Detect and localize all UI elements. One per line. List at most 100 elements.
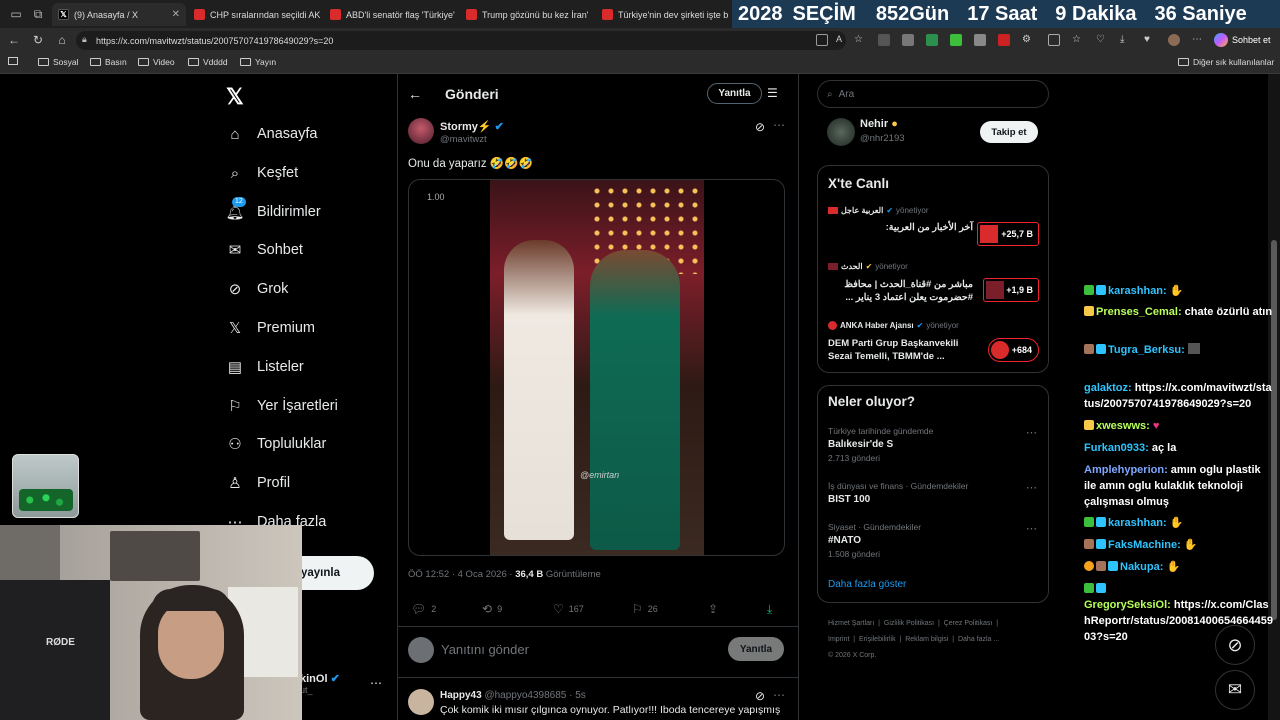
tab-news-4[interactable]: Türkiye'nin dev şirketi işte b ✕ bbox=[596, 3, 730, 26]
reply-author-avatar[interactable] bbox=[408, 689, 434, 715]
reply-more-icon[interactable]: ⋯ bbox=[773, 688, 785, 702]
tab-news-1[interactable]: CHP sıralarından seçildi AK ✕ bbox=[188, 3, 320, 26]
collections-icon[interactable]: ♡ bbox=[1096, 34, 1108, 46]
footer-link[interactable]: Reklam bilgisi bbox=[905, 636, 948, 643]
settings-sliders-icon[interactable]: ☰ bbox=[767, 86, 778, 100]
close-icon[interactable]: ✕ bbox=[588, 9, 594, 20]
grok-float-button[interactable]: ⊘ bbox=[1215, 625, 1255, 665]
app-icon[interactable] bbox=[816, 34, 828, 46]
trend-item[interactable]: Türkiye tarihinde gündemde Balıkesir'de … bbox=[828, 426, 1038, 463]
search-input[interactable]: ⌕ Ara bbox=[817, 80, 1049, 108]
close-icon[interactable]: ✕ bbox=[168, 9, 180, 20]
bookmark-folder-vdddd[interactable]: Vdddd bbox=[188, 57, 228, 67]
workspaces-icon[interactable]: ⧉ bbox=[30, 6, 46, 22]
live-item-title[interactable]: مباشر من #قناة_الحدث | محافظ #حضرموت يعل… bbox=[828, 278, 973, 304]
close-icon[interactable]: ✕ bbox=[455, 9, 458, 20]
bookmark-action[interactable]: ⚐ 26 bbox=[632, 602, 658, 616]
extension-icon[interactable] bbox=[998, 34, 1010, 46]
split-screen-icon[interactable] bbox=[1048, 34, 1060, 46]
favorites-icon[interactable]: ☆ bbox=[1072, 34, 1084, 46]
live-item-title[interactable]: آخر الأخبار من العربية: bbox=[828, 222, 973, 233]
reply-author-name[interactable]: Happy43 bbox=[440, 690, 482, 701]
downloads-icon[interactable]: ⤓ bbox=[1120, 34, 1132, 46]
share-action[interactable]: ⇪ bbox=[708, 602, 718, 616]
browser-essentials-icon[interactable]: ♥ bbox=[1144, 34, 1156, 46]
back-arrow-icon[interactable]: ← bbox=[408, 86, 422, 102]
x-logo-icon[interactable]: 𝕏 bbox=[226, 84, 244, 110]
account-switcher[interactable]: kinOl ✔ ut_ bbox=[300, 672, 340, 695]
messages-float-button[interactable]: ✉ bbox=[1215, 670, 1255, 710]
trend-more-icon[interactable]: ⋯ bbox=[1026, 481, 1038, 494]
bookmark-folder-yayin[interactable]: Yayın bbox=[240, 57, 276, 67]
live-listener-count[interactable]: +25,7 B bbox=[977, 222, 1039, 246]
extension-icon[interactable] bbox=[926, 34, 938, 46]
sidebar-item-notifications[interactable]: 🔔︎ 12 Bildirimler bbox=[225, 197, 321, 224]
grok-icon[interactable]: ⊘ bbox=[755, 689, 765, 703]
trend-item[interactable]: Siyaset · Gündemdekiler #NATO 1.508 gönd… bbox=[828, 522, 1038, 559]
reply-submit-button[interactable]: Yanıtla bbox=[728, 637, 784, 661]
download-action[interactable]: ⤓ bbox=[767, 602, 772, 617]
author-name-row[interactable]: Stormy⚡ ✔ bbox=[440, 120, 504, 133]
sidebar-item-bookmarks[interactable]: ⚐ Yer İşaretleri bbox=[226, 394, 338, 418]
reload-icon[interactable]: ↻ bbox=[30, 32, 46, 48]
url-field[interactable]: 🔒︎ https://x.com/mavitwzt/status/2007570… bbox=[76, 31, 846, 50]
like-action[interactable]: ♡ 167 bbox=[553, 602, 584, 616]
suggestion-avatar[interactable] bbox=[827, 118, 855, 146]
sidebar-item-grok[interactable]: ⊘ Grok bbox=[226, 277, 289, 301]
sidebar-item-home[interactable]: ⌂ Anasayfa bbox=[226, 122, 317, 146]
reply-input[interactable]: Yanıtını gönder bbox=[441, 642, 529, 657]
live-item-title[interactable]: DEM Parti Grup Başkanvekili Sezai Temell… bbox=[828, 337, 978, 363]
sidebar-item-messages[interactable]: ✉ Sohbet bbox=[226, 238, 303, 262]
show-more-link[interactable]: Daha fazla göster bbox=[828, 579, 906, 590]
suggestion-name-row[interactable]: Nehir ● bbox=[860, 118, 898, 130]
sidebar-item-profile[interactable]: ♙ Profil bbox=[226, 471, 290, 495]
window-menu-icon[interactable]: ▭ bbox=[8, 6, 24, 22]
home-icon[interactable]: ⌂ bbox=[54, 32, 70, 48]
extension-icon[interactable] bbox=[902, 34, 914, 46]
live-listener-count[interactable]: +1,9 B bbox=[983, 278, 1039, 302]
post-video[interactable]: 1.00 @emirtan bbox=[408, 179, 785, 556]
other-bookmarks-folder[interactable]: Diğer sık kullanılanlar bbox=[1178, 57, 1274, 67]
copilot-button[interactable]: Sohbet et bbox=[1214, 32, 1271, 48]
extension-icon[interactable] bbox=[950, 34, 962, 46]
profile-avatar[interactable] bbox=[1168, 34, 1180, 46]
footer-link[interactable]: Hizmet Şartları bbox=[828, 620, 874, 627]
read-aloud-icon[interactable]: A bbox=[836, 34, 848, 46]
bookmark-folder-video[interactable]: Video bbox=[138, 57, 175, 67]
reply-pill-button[interactable]: Yanıtla bbox=[707, 83, 762, 104]
more-icon[interactable]: ⋯ bbox=[1192, 34, 1204, 46]
close-icon[interactable]: ✕ bbox=[728, 9, 730, 20]
footer-link[interactable]: Daha fazla ... bbox=[958, 636, 999, 643]
live-listener-count[interactable]: +684 bbox=[988, 338, 1039, 362]
footer-link[interactable]: Çerez Politikası bbox=[944, 620, 993, 627]
sidebar-toggle-icon[interactable] bbox=[8, 57, 18, 65]
post-timestamp[interactable]: ÖÖ 12:52 · 4 Oca 2026 · bbox=[408, 569, 513, 580]
trend-more-icon[interactable]: ⋯ bbox=[1026, 426, 1038, 439]
account-more-icon[interactable]: ⋯ bbox=[370, 676, 382, 690]
back-arrow-icon[interactable]: ← bbox=[6, 32, 22, 48]
tab-news-3[interactable]: Trump gözünü bu kez İran' ✕ bbox=[460, 3, 594, 26]
author-avatar[interactable] bbox=[408, 118, 434, 144]
repost-action[interactable]: ⟲ 9 bbox=[482, 602, 502, 616]
tab-news-2[interactable]: ABD'li senatör flaş 'Türkiye' ✕ bbox=[324, 3, 458, 26]
extension-icon[interactable] bbox=[974, 34, 986, 46]
author-handle[interactable]: @mavitwzt bbox=[440, 134, 487, 145]
footer-link[interactable]: Erişilebilirlik bbox=[859, 636, 896, 643]
trend-more-icon[interactable]: ⋯ bbox=[1026, 522, 1038, 535]
footer-link[interactable]: Imprint bbox=[828, 636, 849, 643]
sidebar-item-lists[interactable]: ▤ Listeler bbox=[226, 355, 304, 379]
bookmark-folder-basin[interactable]: Basın bbox=[90, 57, 127, 67]
footer-link[interactable]: Gizlilik Politikası bbox=[884, 620, 934, 627]
trend-item[interactable]: İş dünyası ve finans · Gündemdekiler BIS… bbox=[828, 481, 1038, 505]
sidebar-item-explore[interactable]: ⌕ Keşfet bbox=[226, 161, 298, 185]
puzzle-icon[interactable]: ⚙ bbox=[1022, 34, 1034, 46]
bookmark-folder-sosyal[interactable]: Sosyal bbox=[38, 57, 79, 67]
extension-icon[interactable] bbox=[878, 34, 890, 46]
post-more-icon[interactable]: ⋯ bbox=[773, 118, 785, 132]
tab-x-home[interactable]: 𝕏 (9) Anasayfa / X ✕ bbox=[52, 3, 186, 26]
follow-button[interactable]: Takip et bbox=[980, 121, 1038, 143]
reply-action[interactable]: 💬︎ 2 bbox=[411, 602, 436, 616]
favorite-star-icon[interactable]: ☆ bbox=[854, 34, 866, 46]
sidebar-item-premium[interactable]: 𝕏 Premium bbox=[226, 316, 315, 340]
grok-icon[interactable]: ⊘ bbox=[755, 120, 765, 134]
